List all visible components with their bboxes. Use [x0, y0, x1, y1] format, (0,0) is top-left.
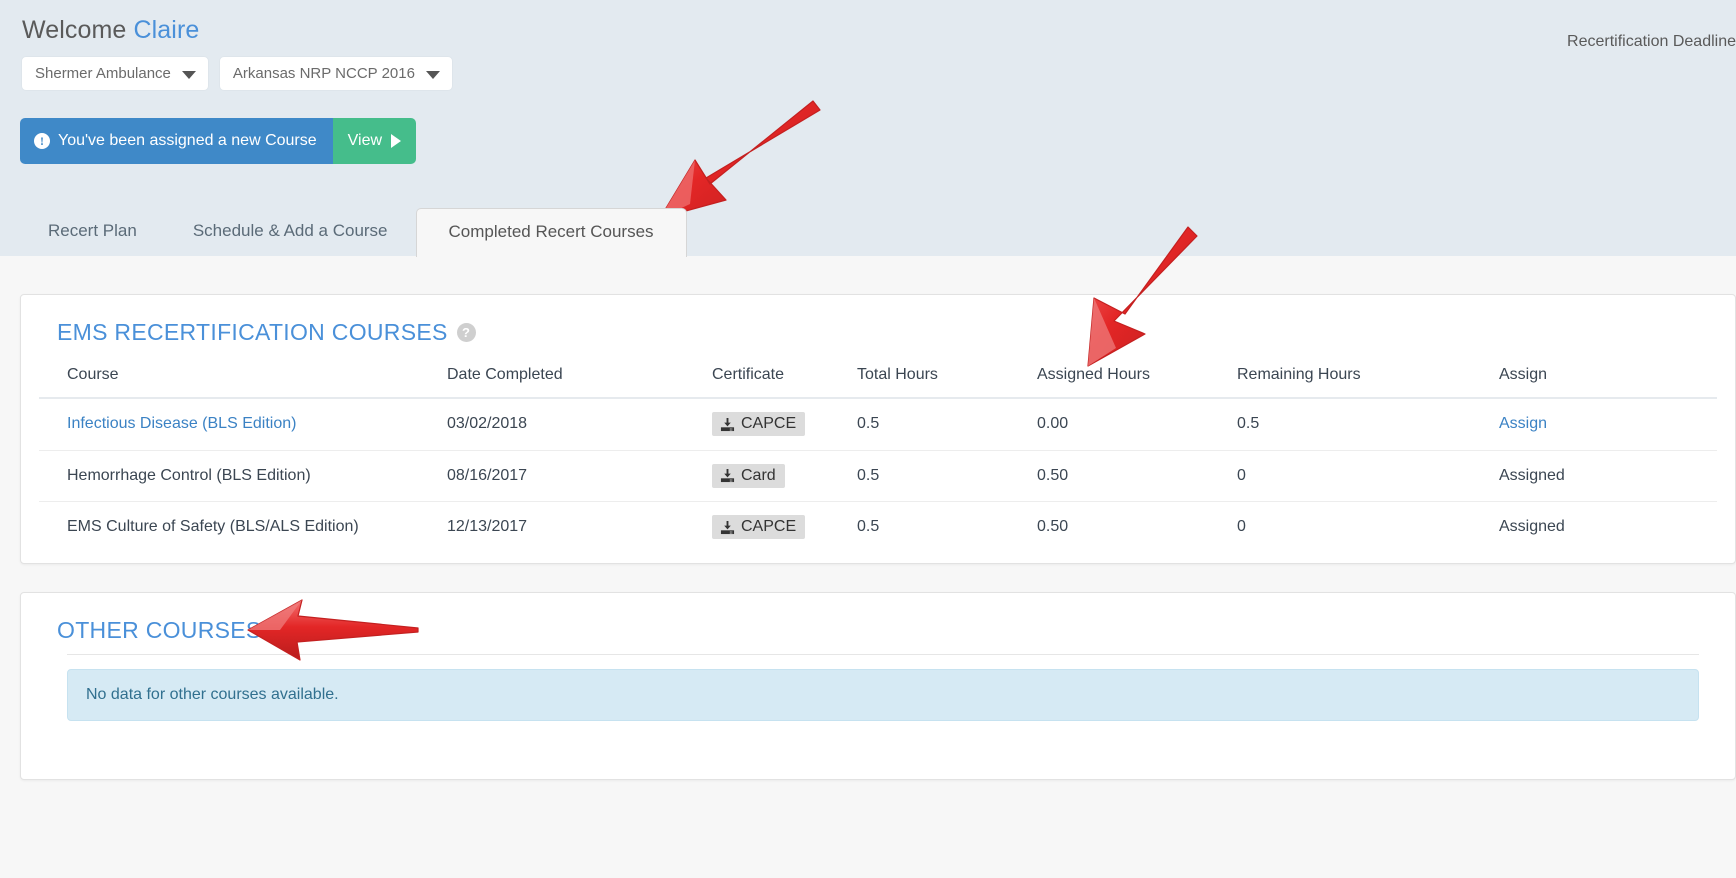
user-name: Claire [133, 16, 200, 44]
tab-label: Schedule & Add a Course [192, 221, 388, 241]
ems-table-body: Infectious Disease (BLS Edition) 03/02/2… [39, 398, 1717, 553]
column-header-remaining-hours: Remaining Hours [1229, 360, 1499, 399]
cell-total-hours: 0.5 [849, 398, 1029, 451]
selector-row: Shermer Ambulance Arkansas NRP NCCP 2016 [22, 57, 452, 90]
cell-assign: Assigned [1499, 450, 1717, 502]
program-select-value: Arkansas NRP NCCP 2016 [232, 65, 415, 82]
column-header-total-hours: Total Hours [849, 360, 1029, 399]
play-triangle-icon [391, 134, 402, 148]
welcome-prefix: Welcome [22, 16, 127, 44]
other-section-title: OTHER COURSES ? [39, 617, 1717, 644]
download-icon [720, 520, 735, 535]
tab-label: Recert Plan [48, 221, 137, 241]
tab-bar: Recert Plan Schedule & Add a Course Comp… [20, 204, 687, 257]
app-page: Welcome Claire Recertification Deadline … [0, 0, 1736, 878]
cell-date-completed: 12/13/2017 [447, 518, 528, 536]
cell-total-hours: 0.5 [849, 450, 1029, 502]
column-header-assign: Assign [1499, 360, 1717, 399]
cell-remaining-hours: 0 [1229, 450, 1499, 502]
ems-section-title-text: EMS RECERTIFICATION COURSES [57, 319, 448, 345]
cell-remaining-hours: 0 [1237, 518, 1246, 536]
column-header-date-completed: Date Completed [439, 360, 704, 399]
cell-assigned-hours: 0.50 [1029, 450, 1229, 502]
tab-recert-plan[interactable]: Recert Plan [20, 207, 165, 256]
chevron-down-icon [181, 70, 196, 79]
certificate-download-badge[interactable]: Card [712, 463, 785, 488]
column-header-certificate: Certificate [704, 360, 849, 399]
notification-message: You've been assigned a new Course [58, 132, 317, 149]
welcome-greeting: Welcome Claire [22, 16, 199, 45]
ems-section-title: EMS RECERTIFICATION COURSES ? [39, 319, 1717, 346]
certificate-label: CAPCE [741, 415, 797, 432]
ems-card-body: EMS RECERTIFICATION COURSES ? Course Dat… [21, 295, 1735, 553]
certificate-download-badge[interactable]: CAPCE [712, 412, 806, 436]
table-row: EMS Culture of Safety (BLS/ALS Edition) … [39, 502, 1717, 553]
tab-label: Completed Recert Courses [448, 222, 654, 242]
cell-course: EMS Culture of Safety (BLS/ALS Edition) [67, 518, 359, 536]
certificate-label: CAPCE [741, 518, 797, 535]
other-section-title-text: OTHER COURSES [57, 617, 262, 643]
organization-select-value: Shermer Ambulance [35, 65, 171, 82]
assign-link[interactable]: Assign [1499, 415, 1547, 432]
view-course-button[interactable]: View [332, 118, 417, 164]
column-header-course: Course [39, 360, 439, 399]
recertification-deadline-label: Recertification Deadline [1567, 33, 1736, 50]
cell-total-hours: 0.5 [857, 518, 880, 536]
cell-assigned-hours: 0.50 [1037, 518, 1069, 536]
help-circle-icon[interactable]: ? [456, 323, 476, 342]
cell-assign: Assign [1499, 398, 1717, 451]
cell-assign: Assigned [1499, 518, 1565, 536]
cell-course: Hemorrhage Control (BLS Edition) [39, 450, 439, 502]
table-row: Infectious Disease (BLS Edition) 03/02/2… [39, 398, 1717, 451]
ems-recertification-courses-card: EMS RECERTIFICATION COURSES ? Course Dat… [20, 294, 1736, 564]
tab-completed-recert-courses[interactable]: Completed Recert Courses [415, 208, 687, 257]
cell-certificate: Card [704, 450, 849, 502]
notification-message-area: ! You've been assigned a new Course [20, 118, 333, 164]
ems-table-head: Course Date Completed Certificate Total … [39, 360, 1717, 399]
ems-courses-table: Course Date Completed Certificate Total … [39, 360, 1717, 553]
cell-certificate: CAPCE [704, 398, 849, 451]
table-row: Hemorrhage Control (BLS Edition) 08/16/2… [39, 450, 1717, 502]
section-divider [67, 654, 1699, 655]
download-icon [720, 468, 735, 483]
cell-remaining-hours: 0.5 [1229, 398, 1499, 451]
new-course-notification: ! You've been assigned a new Course View [20, 118, 417, 164]
other-courses-card: OTHER COURSES ? No data for other course… [20, 592, 1736, 780]
chevron-down-icon [425, 70, 440, 79]
view-button-label: View [347, 132, 383, 149]
organization-select[interactable]: Shermer Ambulance [22, 57, 208, 90]
program-select[interactable]: Arkansas NRP NCCP 2016 [219, 57, 452, 90]
certificate-label: Card [741, 466, 776, 484]
other-courses-empty-alert: No data for other courses available. [67, 669, 1699, 721]
cell-course: Infectious Disease (BLS Edition) [39, 398, 439, 451]
cell-assigned-hours: 0.00 [1029, 398, 1229, 451]
certificate-download-badge[interactable]: CAPCE [712, 515, 806, 539]
cell-date-completed: 03/02/2018 [439, 398, 704, 451]
other-card-body: OTHER COURSES ? No data for other course… [21, 593, 1735, 721]
info-circle-icon: ! [34, 133, 50, 149]
table-header-row: Course Date Completed Certificate Total … [39, 360, 1717, 399]
download-icon [720, 417, 735, 432]
column-header-assigned-hours: Assigned Hours [1029, 360, 1229, 399]
help-circle-icon[interactable]: ? [270, 621, 290, 640]
course-link[interactable]: Infectious Disease (BLS Edition) [67, 415, 296, 432]
tab-schedule-add-course[interactable]: Schedule & Add a Course [165, 207, 416, 256]
cell-date-completed: 08/16/2017 [439, 450, 704, 502]
cell-certificate: CAPCE [704, 502, 849, 553]
